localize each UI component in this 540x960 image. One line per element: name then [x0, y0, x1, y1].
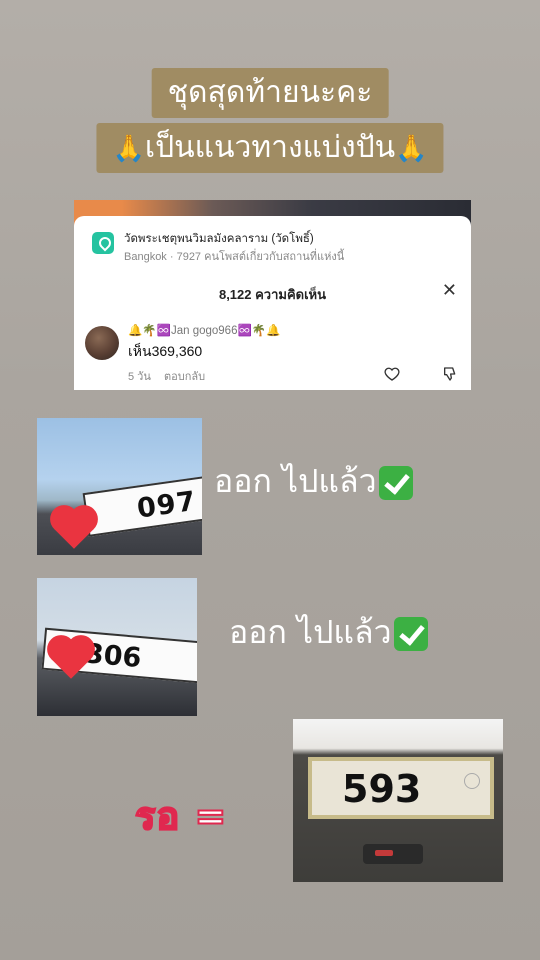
praying-hands-icon: 🙏 — [112, 134, 145, 164]
license-plate: 593 — [308, 757, 494, 819]
place-subtitle: Bangkok · 7927 คนโพสต์เกี่ยวกับสถานที่แห… — [124, 251, 345, 263]
taillight — [363, 844, 423, 864]
comment-count: 8,122 ความคิดเห็น — [218, 287, 327, 302]
close-icon[interactable]: ✕ — [442, 280, 457, 301]
comment-username[interactable]: 🔔🌴♾️Jan gogo966♾️🌴🔔 — [128, 323, 280, 337]
comment-card: วัดพระเชตุพนวิมลมังคลาราม (วัดโพธิ์) Ban… — [74, 216, 471, 390]
license-plate-photo: 306 — [37, 578, 197, 716]
license-plate: 097 — [82, 475, 202, 537]
status-text: ออก ไปแล้ว — [214, 462, 377, 500]
place-name[interactable]: วัดพระเชตุพนวิมลมังคลาราม (วัดโพธิ์) — [124, 230, 314, 248]
title-line-2-text: เป็นแนวทางแบ่งปัน — [144, 130, 396, 165]
heart-outline-icon[interactable] — [384, 366, 400, 382]
title-line-1: ชุดสุดท้ายนะคะ — [151, 68, 389, 118]
title-line-1-text: ชุดสุดท้ายนะคะ — [167, 75, 373, 110]
heart-icon — [54, 509, 94, 549]
license-plate-photo: 097 — [37, 418, 202, 555]
license-plate-photo: 593 — [293, 719, 503, 882]
plate-number: 097 — [135, 485, 199, 525]
praying-hands-icon: 🙏 — [395, 134, 428, 164]
check-mark-icon — [378, 466, 413, 500]
plate-number: 593 — [342, 767, 422, 811]
thumbs-down-icon[interactable] — [442, 366, 458, 382]
title-line-2: 🙏เป็นแนวทางแบ่งปัน🙏 — [96, 123, 444, 173]
avatar[interactable] — [85, 326, 119, 360]
plate-seal-icon — [464, 773, 480, 789]
waiting-label: รอ = — [134, 793, 228, 839]
status-label: ออก ไปแล้ว — [214, 456, 413, 507]
comment-time: 5 วัน — [128, 371, 151, 383]
status-text: ออก ไปแล้ว — [229, 613, 392, 651]
check-mark-icon — [393, 617, 428, 651]
map-pin-icon — [92, 232, 114, 254]
reply-button[interactable]: ตอบกลับ — [164, 367, 205, 385]
comment-text: เห็น369,360 — [128, 343, 203, 359]
status-label: ออก ไปแล้ว — [229, 607, 428, 658]
